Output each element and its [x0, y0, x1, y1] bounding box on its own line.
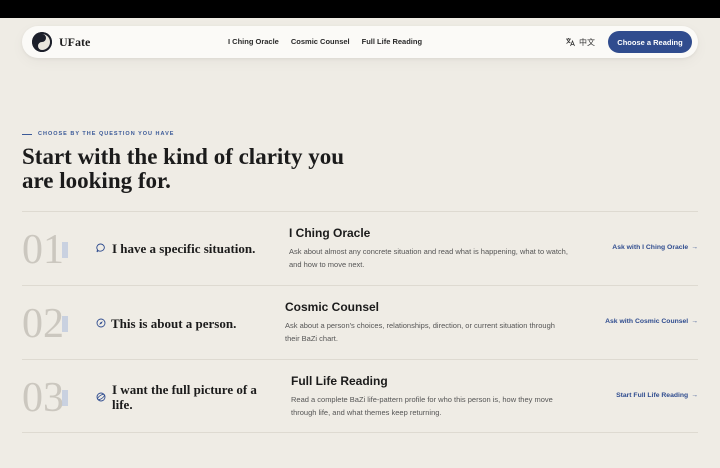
chat-bubble-icon: [96, 243, 105, 253]
row-number: 03: [22, 375, 64, 421]
arrow-right-icon: →: [691, 318, 698, 325]
yin-yang-logo-icon[interactable]: [32, 32, 52, 52]
link-label: Start Full Life Reading: [616, 392, 689, 399]
number-accent: [62, 316, 68, 332]
navbar: UFate I Ching Oracle Cosmic Counsel Full…: [22, 26, 698, 58]
oracle-description: Read a complete BaZi life-pattern profil…: [291, 395, 553, 417]
oracle-name: Full Life Reading: [291, 374, 388, 388]
nav-links: I Ching Oracle Cosmic Counsel Full Life …: [228, 37, 422, 46]
reading-row-i-ching: 01 I have a specific situation. I Ching …: [22, 211, 698, 285]
language-label: 中文: [579, 37, 595, 47]
title-line-1: Start with the kind of clarity you: [22, 144, 344, 169]
start-full-life-reading-link[interactable]: Start Full Life Reading →: [616, 392, 698, 399]
arrow-right-icon: →: [691, 244, 698, 251]
link-label: Ask with I Ching Oracle: [612, 244, 689, 251]
row-question: I have a specific situation.: [112, 241, 256, 256]
link-label: Ask with Cosmic Counsel: [605, 318, 689, 325]
page-title: Start with the kind of clarity you are l…: [22, 145, 422, 193]
section-eyebrow: CHOOSE BY THE QUESTION YOU HAVE: [22, 131, 174, 137]
title-line-2: are looking for.: [22, 168, 171, 193]
eyebrow-text: CHOOSE BY THE QUESTION YOU HAVE: [38, 131, 175, 137]
nav-link-i-ching-oracle[interactable]: I Ching Oracle: [228, 37, 279, 46]
oracle-name: I Ching Oracle: [289, 226, 371, 240]
number-accent: [62, 390, 68, 406]
ask-cosmic-counsel-link[interactable]: Ask with Cosmic Counsel →: [605, 318, 698, 325]
row-question: I want the full picture of a life.: [112, 382, 257, 412]
row-number: 02: [22, 301, 64, 347]
eyebrow-dash: [22, 133, 32, 135]
choose-reading-button[interactable]: Choose a Reading: [608, 31, 692, 53]
number-accent: [62, 242, 68, 258]
brand-name[interactable]: UFate: [59, 35, 90, 50]
translate-icon: [566, 38, 575, 47]
ask-i-ching-link[interactable]: Ask with I Ching Oracle →: [612, 244, 698, 251]
reading-row-cosmic-counsel: 02 This is about a person. Cosmic Counse…: [22, 285, 698, 359]
nav-link-full-life-reading[interactable]: Full Life Reading: [362, 37, 422, 46]
row-number: 01: [22, 227, 64, 273]
oracle-name: Cosmic Counsel: [285, 300, 380, 314]
row-question: This is about a person.: [111, 316, 237, 331]
language-switcher[interactable]: 中文: [557, 35, 603, 49]
reading-row-full-life: 03 I want the full picture of a life. Fu…: [22, 359, 698, 433]
oracle-description: Ask about almost any concrete situation …: [289, 247, 568, 269]
arrow-right-icon: →: [691, 392, 698, 399]
oracle-description: Ask about a person's choices, relationsh…: [285, 321, 555, 343]
nav-link-cosmic-counsel[interactable]: Cosmic Counsel: [291, 37, 350, 46]
top-black-bar: [0, 0, 720, 18]
compass-icon: [96, 318, 106, 328]
orbit-icon: [96, 392, 106, 402]
